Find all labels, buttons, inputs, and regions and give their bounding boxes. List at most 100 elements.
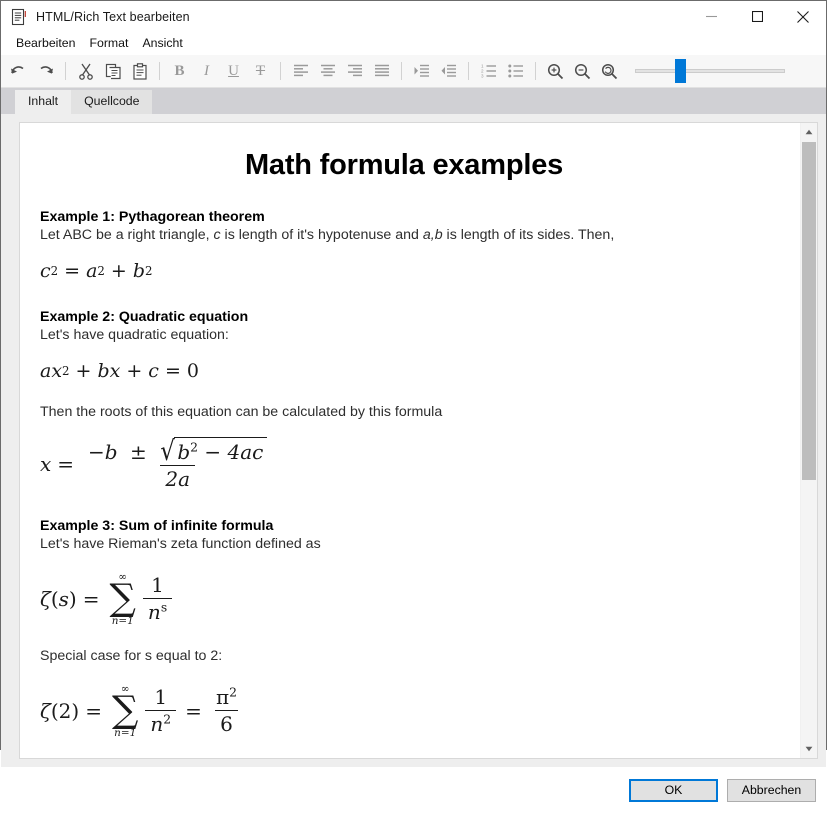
tab-quellcode[interactable]: Quellcode [71, 90, 153, 114]
tab-inhalt[interactable]: Inhalt [15, 90, 72, 114]
italic-icon[interactable]: I [194, 58, 219, 84]
formula-term: b [177, 440, 191, 464]
formula-term: c [40, 260, 51, 282]
menu-format[interactable]: Format [82, 33, 135, 54]
formula-term: −b [88, 440, 118, 464]
copy-icon[interactable] [100, 58, 125, 84]
formula-term: x [109, 360, 121, 382]
window-title: HTML/Rich Text bearbeiten [36, 9, 190, 24]
indent-decrease-icon[interactable] [436, 58, 461, 84]
rich-text-editor[interactable]: Math formula examples Example 1: Pythago… [19, 122, 818, 759]
formula-paren: ) [68, 586, 77, 611]
align-justify-icon[interactable] [369, 58, 394, 84]
toolbar-separator [65, 62, 66, 80]
formula-term: n [147, 600, 161, 625]
menu-bar: Bearbeiten Format Ansicht [1, 32, 826, 55]
dialog-footer: OK Abbrechen [1, 766, 826, 813]
cancel-button[interactable]: Abbrechen [727, 778, 816, 802]
align-center-icon[interactable] [315, 58, 340, 84]
cut-icon[interactable] [73, 58, 98, 84]
document-canvas[interactable]: Math formula examples Example 1: Pythago… [20, 123, 800, 758]
formula-zeta-s: ζ(s) = ∞ ∑ n=1 1 ns [40, 572, 778, 626]
formula-fraction: 1 ns [142, 573, 173, 625]
formula-operator: + [75, 360, 92, 382]
formula-term: x [51, 360, 63, 382]
heading-example-1: Example 1: Pythagorean theorem [40, 209, 265, 225]
formula-operator: + [126, 360, 143, 382]
formula-paren: ( [50, 586, 59, 611]
formula-term: a [86, 260, 98, 282]
formula-exponent: 2 [190, 439, 199, 455]
formula-operator: = [164, 360, 181, 382]
math-var-c: c [213, 227, 221, 243]
ok-button[interactable]: OK [629, 778, 718, 802]
undo-icon[interactable] [6, 58, 31, 84]
radicand: b2 − 4ac [174, 437, 268, 464]
menu-bearbeiten[interactable]: Bearbeiten [9, 33, 82, 54]
toolbar-separator [159, 62, 160, 80]
maximize-button[interactable] [734, 1, 780, 32]
tab-strip: Inhalt Quellcode [1, 88, 826, 114]
paragraph-example-1: Let ABC be a right triangle, c is length… [40, 226, 778, 245]
formula-paren: ( [50, 698, 59, 723]
scroll-up-arrow-icon[interactable] [801, 123, 817, 140]
paragraph-example-2: Let's have quadratic equation: [40, 327, 229, 343]
bulleted-list-icon[interactable] [503, 58, 528, 84]
summation-symbol: ∞ ∑ n=1 [110, 572, 136, 626]
numbered-list-icon[interactable]: 123 [476, 58, 501, 84]
formula-pythagorean: c2 = a2 + b2 [40, 260, 153, 282]
sum-lower-limit: n=1 [114, 726, 137, 739]
sum-lower-limit: n=1 [111, 614, 134, 627]
toolbar-separator [401, 62, 402, 80]
zoom-slider-thumb[interactable] [675, 59, 686, 83]
radical-sign: √ [160, 436, 176, 467]
fraction-numerator: π2 [211, 685, 242, 710]
menu-ansicht[interactable]: Ansicht [135, 33, 189, 54]
paragraph-special-case: Special case for s equal to 2: [40, 647, 223, 664]
text-part: Let ABC be a right triangle, [40, 227, 214, 243]
fraction-denominator: ns [142, 598, 173, 625]
summation-symbol: ∞ ∑ n=1 [112, 684, 138, 738]
formula-operator: + [110, 260, 127, 282]
formula-fraction: −b ± √ b2 − 4ac 2a [83, 437, 272, 491]
title-bar: HTML/Rich Text bearbeiten [1, 1, 826, 32]
formula-operator: = [85, 698, 102, 723]
zoom-reset-icon[interactable] [597, 58, 622, 84]
paste-icon[interactable] [127, 58, 152, 84]
formula-operator: ± [129, 440, 147, 464]
paragraph-example-3: Let's have Rieman's zeta function define… [40, 536, 321, 552]
toolbar-separator [535, 62, 536, 80]
zoom-in-icon[interactable] [543, 58, 568, 84]
scroll-down-arrow-icon[interactable] [801, 740, 817, 758]
scrollbar-thumb[interactable] [802, 142, 816, 480]
formula-term: s [58, 586, 69, 611]
formula-term: b [97, 360, 110, 382]
redo-icon[interactable] [33, 58, 58, 84]
text-part: is length of it's hypotenuse and [220, 227, 423, 243]
underline-icon[interactable]: U [221, 58, 246, 84]
sigma-glyph: ∑ [109, 576, 136, 620]
formula-term: 4ac [227, 440, 264, 464]
align-right-icon[interactable] [342, 58, 367, 84]
formula-term: a [40, 360, 52, 382]
vertical-scrollbar[interactable] [800, 123, 817, 758]
zeta-symbol: ζ [40, 586, 51, 611]
indent-increase-icon[interactable] [409, 58, 434, 84]
formula-fraction: π2 6 [211, 685, 242, 736]
close-button[interactable] [780, 1, 826, 32]
formula-operator: = [185, 698, 202, 723]
minimize-button[interactable] [688, 1, 734, 32]
formula-term: 0 [186, 360, 199, 382]
fraction-numerator: −b ± √ b2 − 4ac [83, 437, 272, 465]
align-left-icon[interactable] [288, 58, 313, 84]
toolbar-separator [280, 62, 281, 80]
strikethrough-icon[interactable]: T [248, 58, 273, 84]
paragraph-roots-intro: Then the roots of this equation can be c… [40, 404, 443, 420]
zoom-out-icon[interactable] [570, 58, 595, 84]
zoom-slider[interactable] [635, 58, 787, 84]
toolbar-separator [468, 62, 469, 80]
formula-paren: ) [71, 698, 80, 723]
formula-exponent: 2 [229, 684, 237, 700]
zoom-slider-track [635, 69, 785, 73]
bold-icon[interactable]: B [167, 58, 192, 84]
